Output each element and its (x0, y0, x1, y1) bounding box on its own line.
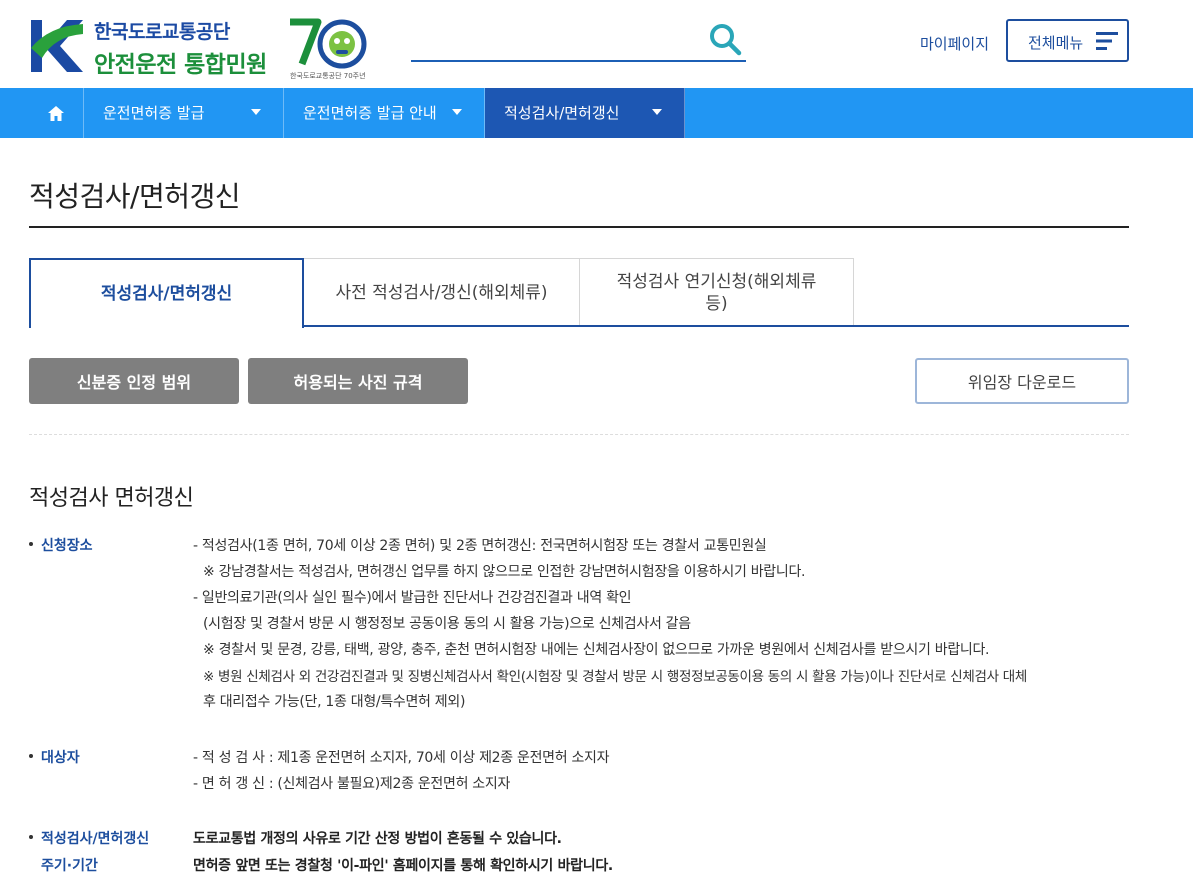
allmenu-button[interactable]: 전체메뉴 (1006, 19, 1129, 62)
tab-aptitude-renewal[interactable]: 적성검사/면허갱신 (29, 258, 304, 328)
tab-label: 사전 적성검사/갱신(해외체류) (335, 283, 548, 303)
nav-item-aptitude-renewal[interactable]: 적성검사/면허갱신 (485, 88, 685, 138)
section-title: 적성검사 면허갱신 (29, 486, 194, 511)
place-line: ※ 강남경찰서는 적성검사, 면허갱신 업무를 하지 않으므로 인접한 강남면허… (203, 564, 806, 580)
caret-down-icon (452, 109, 462, 115)
row-label-target: 대상자 (29, 747, 80, 767)
nav-item-license-issue[interactable]: 운전면허증 발급 (84, 88, 284, 138)
search-icon[interactable] (708, 22, 742, 56)
target-line: - 적 성 검 사 : 제1종 운전면허 소지자, 70세 이상 제2종 운전면… (193, 750, 610, 766)
tab-label-line2: 등) (705, 294, 728, 314)
site-header: 한국도로교통공단 안전운전 통합민원 한국도로교통공단 70주년 마이페이지 전… (0, 0, 1193, 88)
org-name: 한국도로교통공단 (94, 21, 230, 43)
row-label-period-line2: 주기·기간 (41, 858, 98, 874)
place-line: ※ 경찰서 및 문경, 강릉, 태백, 광양, 충주, 춘천 면허시험장 내에는… (203, 642, 990, 658)
nav-item-license-guide[interactable]: 운전면허증 발급 안내 (284, 88, 485, 138)
bullet-icon (29, 542, 33, 546)
row-label-text: 신청장소 (41, 538, 93, 554)
row-label-text: 적성검사/면허갱신 (41, 831, 150, 847)
place-line: 후 대리접수 가능(단, 1종 대형/특수면허 제외) (203, 694, 466, 710)
hamburger-icon (1096, 32, 1118, 50)
mypage-link[interactable]: 마이페이지 (920, 33, 989, 54)
target-line: - 면 허 갱 신 : (신체검사 불필요)제2종 운전면허 소지자 (193, 776, 511, 792)
row-label-place: 신청장소 (29, 535, 93, 555)
section-divider (29, 434, 1129, 435)
home-icon (48, 105, 64, 121)
bullet-icon (29, 754, 33, 758)
search-bar (411, 20, 746, 62)
anniversary-caption: 한국도로교통공단 70주년 (290, 72, 366, 80)
nav-home[interactable] (29, 88, 84, 138)
bullet-icon (29, 835, 33, 839)
photo-spec-button[interactable]: 허용되는 사진 규격 (248, 358, 468, 404)
period-line: 도로교통법 개정의 사유로 기간 산정 방법이 혼동될 수 있습니다. (193, 831, 562, 847)
koroad-logo[interactable] (29, 18, 85, 74)
page-title: 적성검사/면허갱신 (29, 180, 241, 213)
tab-label-line1: 적성검사 연기신청(해외체류 (616, 272, 817, 292)
caret-down-icon (251, 109, 261, 115)
search-input[interactable] (411, 20, 701, 60)
title-divider (29, 226, 1129, 228)
caret-down-icon (652, 109, 662, 115)
nav-item-label: 운전면허증 발급 안내 (303, 104, 437, 122)
main-nav: 운전면허증 발급 운전면허증 발급 안내 적성검사/면허갱신 (0, 88, 1193, 138)
id-scope-button[interactable]: 신분증 인정 범위 (29, 358, 239, 404)
place-line: - 적성검사(1종 면허, 70세 이상 2종 면허) 및 2종 면허갱신: 전… (193, 538, 767, 554)
tab-label: 적성검사/면허갱신 (100, 284, 233, 304)
proxy-download-button[interactable]: 위임장 다운로드 (915, 358, 1129, 404)
allmenu-label: 전체메뉴 (1028, 34, 1084, 52)
place-line: ※ 병원 신체검사 외 건강검진결과 및 징병신체검사서 확인(시험장 및 경찰… (203, 669, 1027, 685)
tab-overseas-pre-renewal[interactable]: 사전 적성검사/갱신(해외체류) (303, 258, 580, 327)
site-name: 안전운전 통합민원 (94, 52, 267, 78)
place-line: (시험장 및 경찰서 방문 시 행정정보 공동이용 동의 시 활용 가능)으로 … (203, 616, 691, 632)
nav-item-label: 적성검사/면허갱신 (504, 104, 620, 122)
nav-item-label: 운전면허증 발급 (103, 104, 205, 122)
period-line: 면허증 앞면 또는 경찰청 '이-파인' 홈페이지를 통해 확인하시기 바랍니다… (193, 858, 613, 874)
row-label-period: 적성검사/면허갱신 (29, 828, 149, 848)
row-label-text: 대상자 (41, 750, 80, 766)
place-line: - 일반의료기관(의사 실인 필수)에서 발급한 진단서나 건강검진결과 내역 … (193, 590, 632, 606)
tab-overseas-postpone[interactable]: 적성검사 연기신청(해외체류 등) (579, 258, 854, 327)
